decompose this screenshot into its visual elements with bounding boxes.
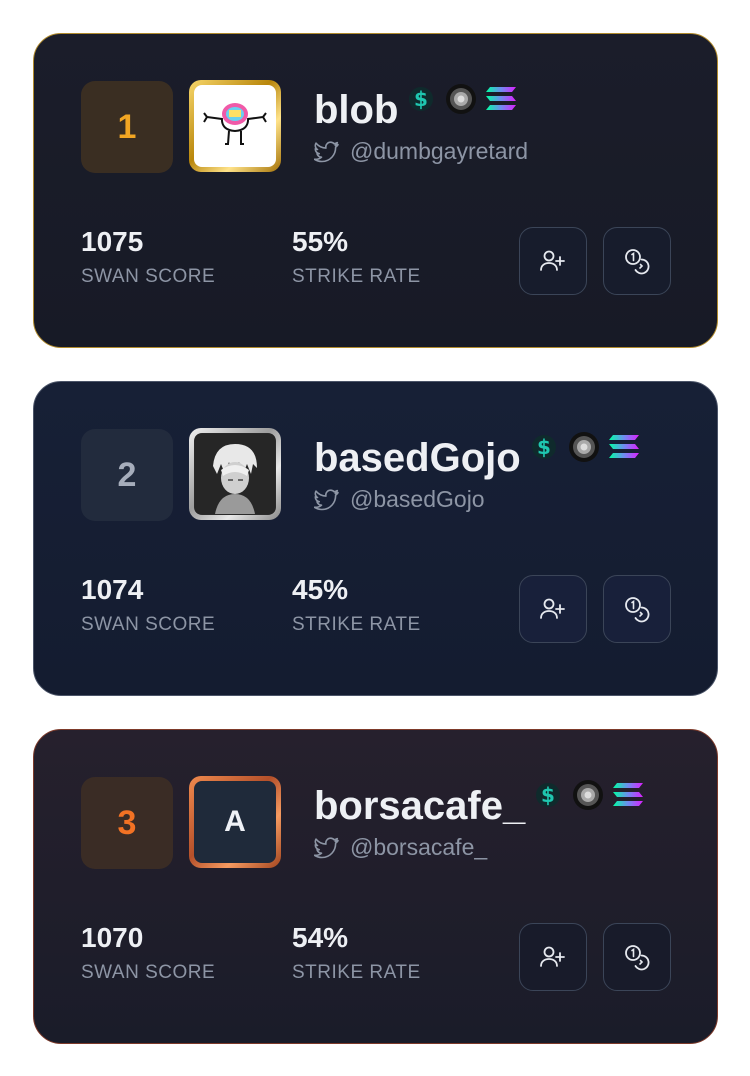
coins-button[interactable] bbox=[603, 923, 671, 991]
coins-icon bbox=[625, 945, 650, 971]
svg-text:$: $ bbox=[414, 87, 428, 111]
rank-badge: 2 bbox=[81, 429, 173, 521]
avatar[interactable]: A bbox=[189, 776, 281, 868]
twitter-icon bbox=[314, 140, 340, 163]
avatar[interactable] bbox=[189, 80, 281, 172]
leaderboard-card: 2 basedGojo $ @basedGojo 1074 SWAN SCORE… bbox=[33, 381, 718, 696]
swan-score-label: SWAN SCORE bbox=[81, 962, 216, 983]
coin-badge-icon bbox=[567, 430, 601, 464]
coins-button[interactable] bbox=[603, 575, 671, 643]
swan-score-value: 1075 bbox=[81, 226, 144, 257]
strike-rate: 55% STRIKE RATE bbox=[292, 226, 421, 288]
add-user-icon bbox=[540, 250, 565, 271]
avatar[interactable] bbox=[189, 428, 281, 520]
twitter-handle[interactable]: @dumbgayretard bbox=[350, 138, 528, 165]
svg-text:$: $ bbox=[537, 435, 551, 459]
strike-rate-label: STRIKE RATE bbox=[292, 962, 421, 983]
strike-rate-value: 54% bbox=[292, 922, 349, 953]
username[interactable]: blob bbox=[314, 86, 398, 134]
solana-badge-icon bbox=[607, 430, 641, 464]
swan-score: 1074 SWAN SCORE bbox=[81, 574, 215, 636]
follow-button[interactable] bbox=[519, 227, 587, 295]
add-user-icon bbox=[540, 946, 565, 967]
avatar-image bbox=[194, 85, 276, 167]
strike-rate: 54% STRIKE RATE bbox=[292, 922, 421, 984]
dollar-badge-icon: $ bbox=[404, 82, 438, 116]
twitter-icon bbox=[314, 836, 340, 859]
strike-rate-label: STRIKE RATE bbox=[292, 614, 421, 635]
strike-rate-value: 55% bbox=[292, 226, 349, 257]
username[interactable]: borsacafe_ bbox=[314, 782, 525, 830]
rank-badge: 1 bbox=[81, 81, 173, 173]
twitter-handle[interactable]: @borsacafe_ bbox=[350, 834, 487, 861]
avatar-image bbox=[194, 433, 276, 515]
twitter-handle[interactable]: @basedGojo bbox=[350, 486, 485, 513]
follow-button[interactable] bbox=[519, 923, 587, 991]
rank-badge: 3 bbox=[81, 777, 173, 869]
add-user-icon bbox=[540, 598, 565, 619]
avatar-initial: A bbox=[194, 781, 276, 863]
leaderboard-card: 3 A borsacafe_ $ @borsacafe_ 1070 SWAN S… bbox=[33, 729, 718, 1044]
coins-icon bbox=[625, 249, 650, 275]
coin-badge-icon bbox=[571, 778, 605, 812]
swan-score-value: 1074 bbox=[81, 574, 144, 605]
coins-button[interactable] bbox=[603, 227, 671, 295]
swan-score-value: 1070 bbox=[81, 922, 144, 953]
coin-badge-icon bbox=[444, 82, 478, 116]
strike-rate-label: STRIKE RATE bbox=[292, 266, 421, 287]
strike-rate-value: 45% bbox=[292, 574, 349, 605]
swan-score: 1070 SWAN SCORE bbox=[81, 922, 215, 984]
swan-score-label: SWAN SCORE bbox=[81, 266, 216, 287]
follow-button[interactable] bbox=[519, 575, 587, 643]
swan-score: 1075 SWAN SCORE bbox=[81, 226, 215, 288]
dollar-badge-icon: $ bbox=[531, 778, 565, 812]
solana-badge-icon bbox=[484, 82, 518, 116]
twitter-icon bbox=[314, 488, 340, 511]
dollar-badge-icon: $ bbox=[527, 430, 561, 464]
coins-icon bbox=[625, 597, 650, 623]
solana-badge-icon bbox=[611, 778, 645, 812]
swan-score-label: SWAN SCORE bbox=[81, 614, 216, 635]
leaderboard-card: 1 blob $ @dumbgayretard 1075 SWAN SCORE … bbox=[33, 33, 718, 348]
svg-text:$: $ bbox=[541, 783, 555, 807]
username[interactable]: basedGojo bbox=[314, 434, 521, 482]
strike-rate: 45% STRIKE RATE bbox=[292, 574, 421, 636]
